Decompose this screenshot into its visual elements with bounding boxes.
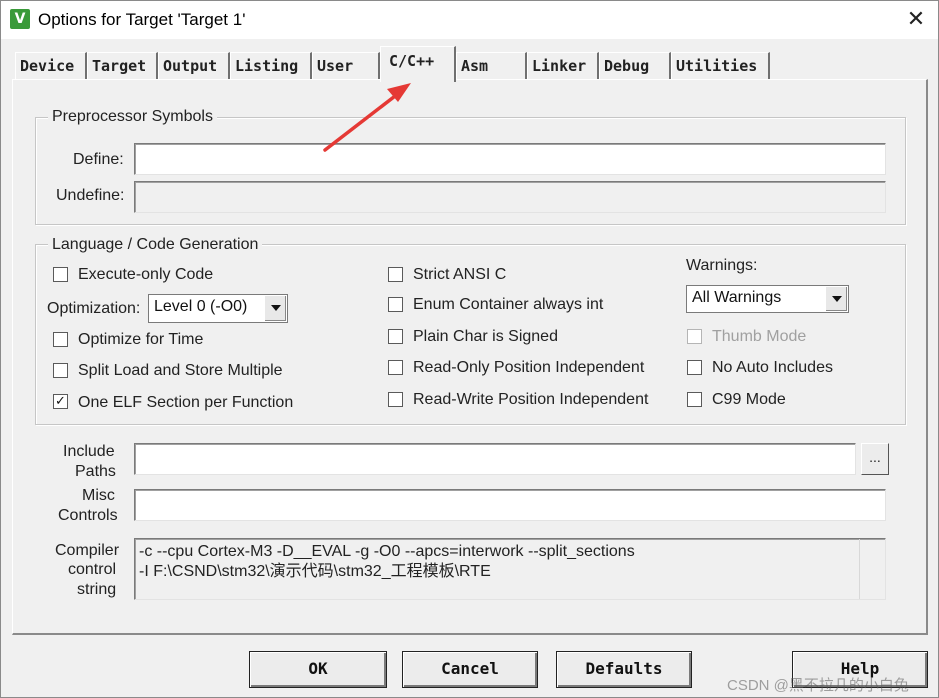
compiler-string-label-2: control <box>68 561 117 578</box>
tab-asm[interactable]: Asm <box>456 52 527 79</box>
chevron-down-icon[interactable] <box>825 287 847 311</box>
ropi-checkbox[interactable] <box>388 360 403 375</box>
tab-c-cpp[interactable]: C/C++ <box>380 46 456 82</box>
tab-utilities[interactable]: Utilities <box>671 52 770 79</box>
chevron-down-icon[interactable] <box>264 296 286 321</box>
execute-only-checkbox[interactable] <box>53 267 68 282</box>
window-title: Options for Target 'Target 1' <box>38 10 246 29</box>
defaults-button[interactable]: Defaults <box>556 651 692 688</box>
tab-user[interactable]: User <box>312 52 380 79</box>
optimization-label: Optimization: <box>47 300 141 317</box>
one-elf-label: One ELF Section per Function <box>78 394 294 411</box>
compiler-string-label-1: Compiler <box>55 542 120 559</box>
include-paths-input[interactable] <box>134 443 856 475</box>
close-button[interactable]: ✕ <box>894 1 938 39</box>
cancel-button[interactable]: Cancel <box>402 651 538 688</box>
ok-button[interactable]: OK <box>249 651 387 688</box>
strict-ansi-label: Strict ANSI C <box>413 266 507 283</box>
undefine-input[interactable] <box>134 181 886 213</box>
tab-linker[interactable]: Linker <box>527 52 599 79</box>
thumb-mode-checkbox[interactable] <box>687 329 702 344</box>
checkmark-icon: ✓ <box>55 394 66 409</box>
warnings-label: Warnings: <box>686 257 758 274</box>
optimization-value: Level 0 (-O0) <box>154 298 248 315</box>
optimize-time-checkbox[interactable] <box>53 332 68 347</box>
title-bar[interactable]: V Options for Target 'Target 1' ✕ <box>1 1 938 39</box>
csdn-watermark: CSDN @黑不拉几的小白兔 <box>727 677 909 694</box>
compiler-control-string[interactable]: -c --cpu Cortex-M3 -D__EVAL -g -O0 --apc… <box>134 538 886 600</box>
rwpi-label: Read-Write Position Independent <box>413 391 649 408</box>
language-group-label: Language / Code Generation <box>48 236 263 254</box>
tab-debug[interactable]: Debug <box>599 52 671 79</box>
misc-controls-input[interactable] <box>134 489 886 521</box>
keil-uvision-icon: V <box>10 9 30 29</box>
compiler-string-line-1: -c --cpu Cortex-M3 -D__EVAL -g -O0 --apc… <box>139 543 635 560</box>
c99-mode-label: C99 Mode <box>712 391 786 408</box>
one-elf-checkbox[interactable]: ✓ <box>53 394 68 409</box>
compiler-string-line-2: -I F:\CSND\stm32\演示代码\stm32_工程模板\RTE <box>139 563 491 580</box>
optimize-time-label: Optimize for Time <box>78 331 204 348</box>
tab-listing[interactable]: Listing <box>230 52 312 79</box>
strict-ansi-checkbox[interactable] <box>388 267 403 282</box>
plain-char-label: Plain Char is Signed <box>413 328 558 345</box>
thumb-mode-label: Thumb Mode <box>712 328 807 345</box>
tab-output[interactable]: Output <box>158 52 230 79</box>
misc-controls-label-1: Misc <box>82 487 115 504</box>
define-label: Define: <box>73 151 124 168</box>
split-load-checkbox[interactable] <box>53 363 68 378</box>
warnings-value: All Warnings <box>692 289 782 306</box>
warnings-select[interactable]: All Warnings <box>686 285 849 313</box>
undefine-label: Undefine: <box>56 187 125 204</box>
c99-mode-checkbox[interactable] <box>687 392 702 407</box>
include-paths-browse-button[interactable]: ... <box>861 443 889 475</box>
execute-only-label: Execute-only Code <box>78 266 214 283</box>
enum-container-checkbox[interactable] <box>388 297 403 312</box>
compiler-string-label-3: string <box>77 581 117 598</box>
no-auto-includes-checkbox[interactable] <box>687 360 702 375</box>
enum-container-label: Enum Container always int <box>413 296 604 313</box>
tab-target[interactable]: Target <box>87 52 158 79</box>
rwpi-checkbox[interactable] <box>388 392 403 407</box>
ropi-label: Read-Only Position Independent <box>413 359 645 376</box>
preprocessor-group-label: Preprocessor Symbols <box>48 108 217 126</box>
split-load-label: Split Load and Store Multiple <box>78 362 283 379</box>
no-auto-includes-label: No Auto Includes <box>712 359 833 376</box>
compiler-string-scrollbar[interactable] <box>859 539 885 599</box>
include-paths-label-1: Include <box>63 443 115 460</box>
define-input[interactable] <box>134 143 886 175</box>
tab-device[interactable]: Device <box>15 52 87 79</box>
plain-char-checkbox[interactable] <box>388 329 403 344</box>
include-paths-label-2: Paths <box>75 463 116 480</box>
options-dialog: V Options for Target 'Target 1' ✕ Device… <box>0 0 939 698</box>
misc-controls-label-2: Controls <box>58 507 118 524</box>
optimization-select[interactable]: Level 0 (-O0) <box>148 294 288 323</box>
